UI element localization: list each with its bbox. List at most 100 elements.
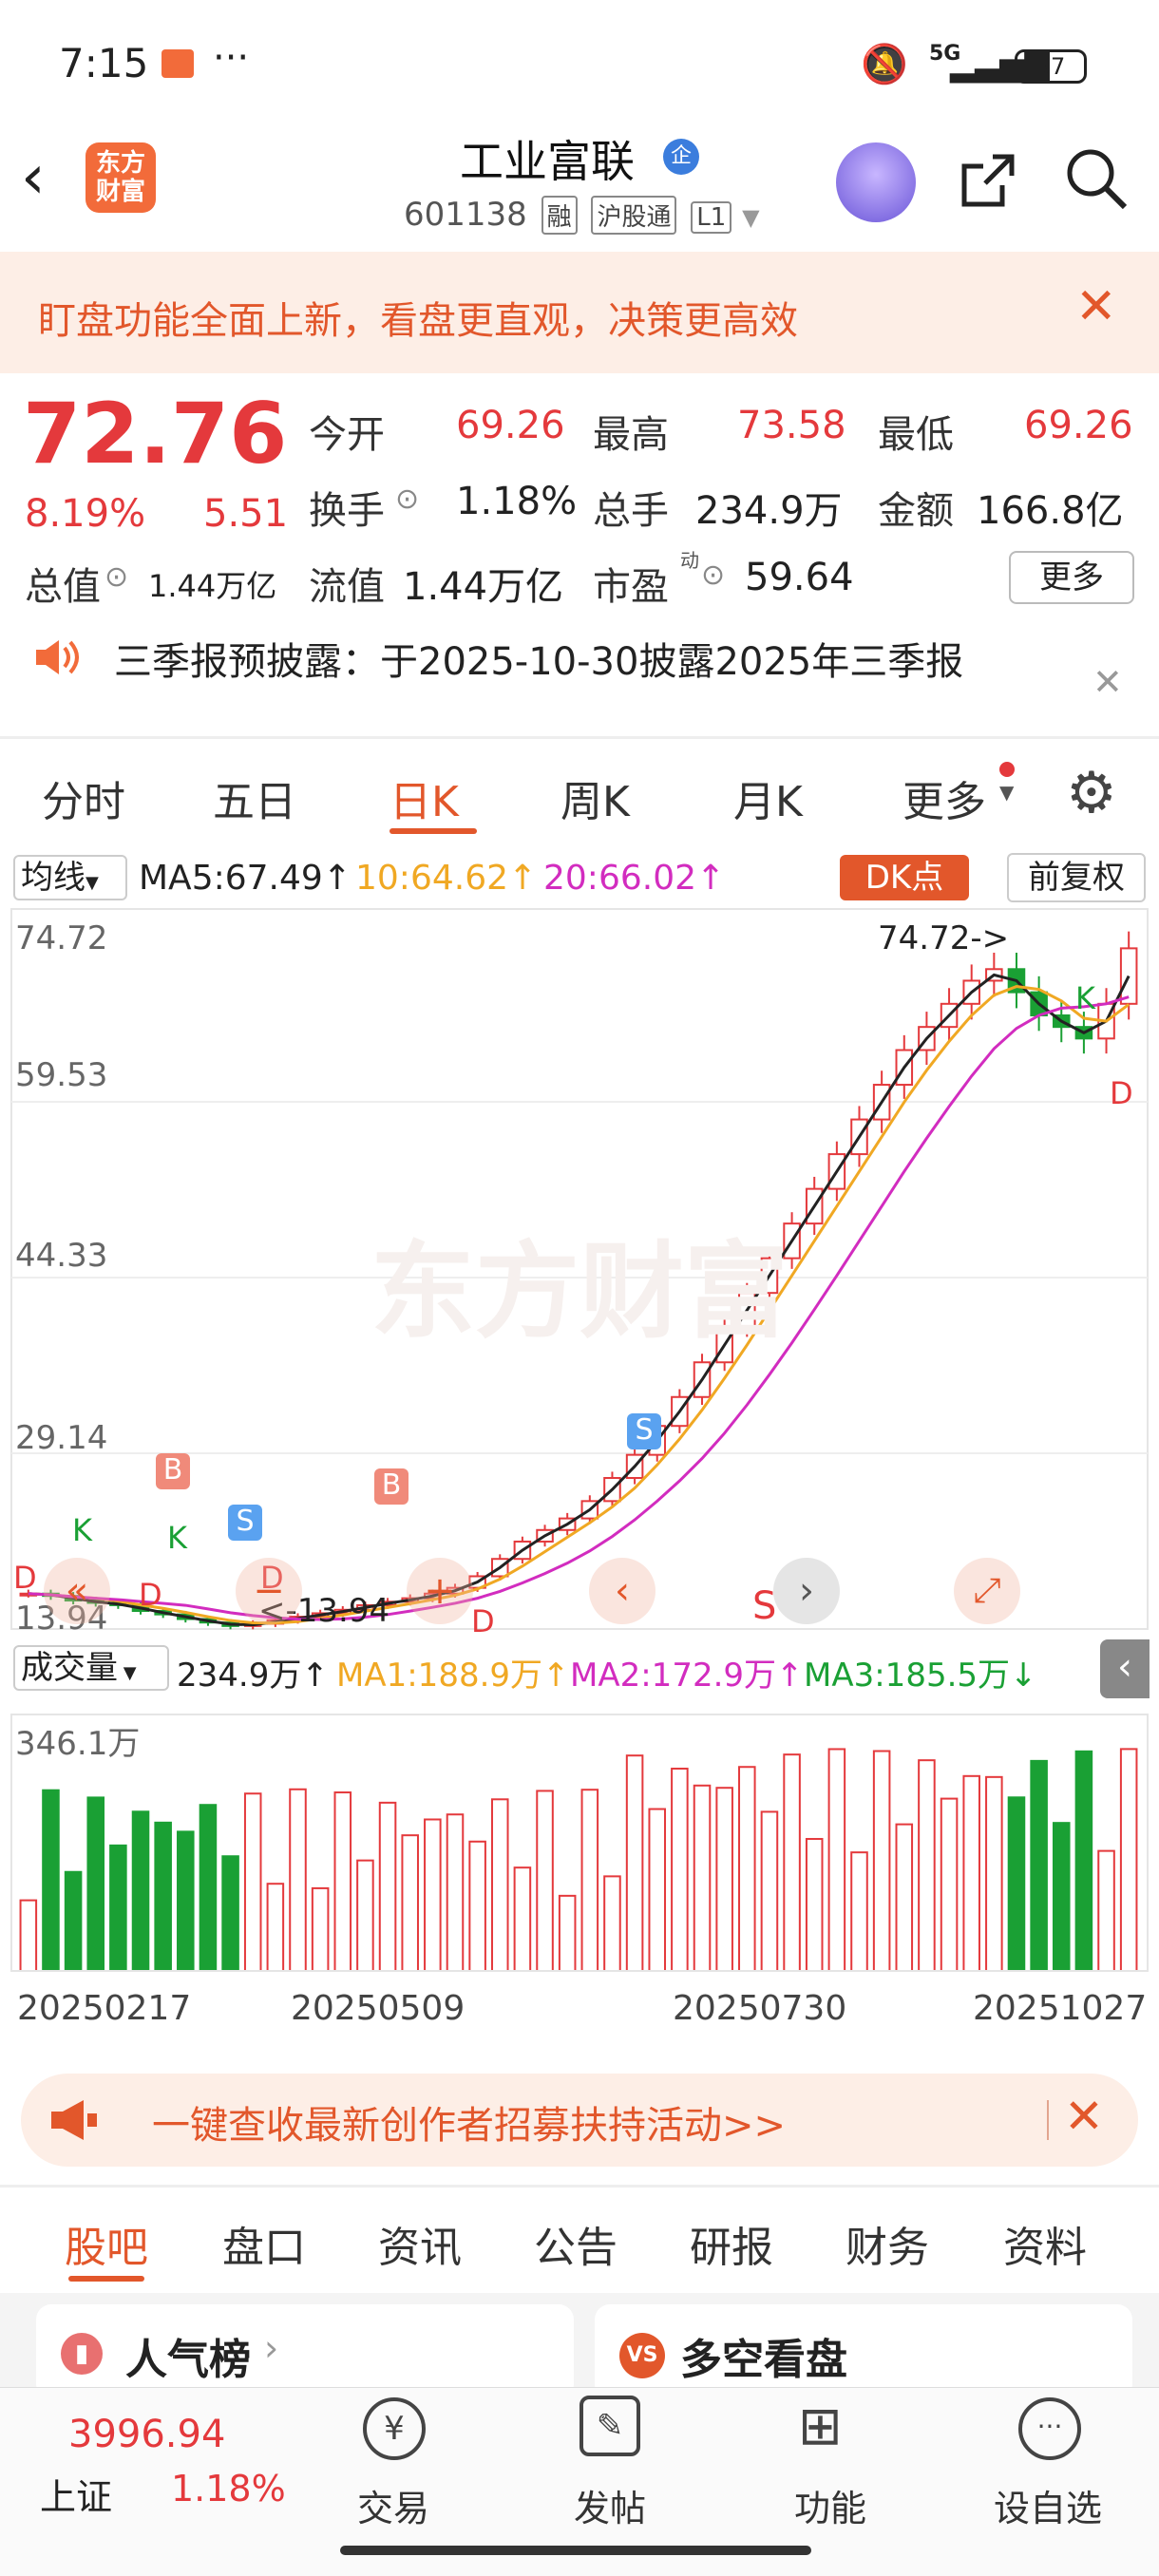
- tab-more[interactable]: 更多: [902, 767, 986, 828]
- post-icon[interactable]: ✎: [580, 2396, 640, 2456]
- volume-bar: [558, 1894, 577, 1973]
- zoom-in-icon[interactable]: +: [407, 1558, 473, 1624]
- volume-bar: [850, 1851, 868, 1973]
- info-icon[interactable]: ⊙: [395, 483, 419, 516]
- float-value: 1.44万亿: [403, 565, 564, 609]
- vs-icon: VS: [619, 2333, 665, 2378]
- divider: [0, 2185, 1159, 2188]
- grid-icon[interactable]: ⊞: [798, 2396, 843, 2457]
- volume-bar: [64, 1870, 83, 1973]
- bull-bear-card[interactable]: VS 多空看盘: [595, 2304, 1132, 2399]
- tag-connect: 沪股通: [591, 196, 677, 235]
- x-label-3: 20250730: [673, 1989, 847, 2028]
- scroll-left-fast-icon[interactable]: «: [44, 1558, 110, 1624]
- tab-weekly-k[interactable]: 周K: [560, 767, 630, 828]
- zoom-out-icon[interactable]: −: [236, 1558, 302, 1624]
- marker-s: S: [228, 1505, 262, 1541]
- search-icon[interactable]: [1062, 144, 1130, 213]
- scroll-left-icon[interactable]: ‹: [589, 1558, 656, 1624]
- volume-value: 234.9万: [695, 489, 843, 533]
- turnover-label: 换手: [309, 489, 385, 533]
- high-label: 最高: [593, 413, 669, 457]
- volume-bar: [671, 1768, 689, 1972]
- marker-d: D: [1110, 1075, 1133, 1111]
- volume-bar: [580, 1789, 599, 1972]
- tab-news[interactable]: 资讯: [378, 2213, 462, 2274]
- stock-code-row[interactable]: 601138 融 沪股通 L1 ▼: [404, 196, 760, 235]
- volume-bar: [603, 1875, 621, 1972]
- notification-icon: [162, 49, 194, 78]
- volume-bar: [1052, 1822, 1071, 1973]
- close-icon[interactable]: ✕: [1075, 278, 1117, 335]
- notice-banner[interactable]: 盯盘功能全面上新，看盘更直观，决策更高效 ✕: [0, 252, 1159, 373]
- nav-add-watchlist[interactable]: 设自选: [994, 2479, 1102, 2531]
- collapse-icon[interactable]: ‹: [1100, 1639, 1150, 1698]
- y-tick-1: 74.72: [15, 919, 108, 957]
- app-logo[interactable]: 东方 财富: [86, 142, 156, 213]
- amount-value: 166.8亿: [977, 489, 1124, 533]
- candle: [1119, 947, 1138, 1005]
- info-icon[interactable]: ⊙: [701, 559, 725, 592]
- chevron-down-icon: ▼: [999, 781, 1015, 804]
- fullscreen-icon[interactable]: ⤢: [954, 1558, 1020, 1624]
- nav-functions[interactable]: 功能: [794, 2479, 866, 2531]
- tab-monthly-k[interactable]: 月K: [733, 767, 803, 828]
- info-icon[interactable]: ⊙: [104, 560, 128, 594]
- tag-level: L1: [691, 201, 732, 234]
- volume-bar: [42, 1789, 60, 1972]
- tab-intraday[interactable]: 分时: [42, 767, 125, 828]
- megaphone-icon: [51, 2100, 97, 2140]
- more-button[interactable]: 更多: [1009, 551, 1134, 604]
- robot-avatar-icon[interactable]: [836, 142, 916, 222]
- volume-bar: [1030, 1759, 1048, 1973]
- tab-forum[interactable]: 股吧: [65, 2213, 148, 2274]
- add-watchlist-icon[interactable]: ···: [1018, 2397, 1081, 2460]
- stock-name: 工业富联: [460, 136, 635, 187]
- index-name: 上证: [40, 2476, 113, 2518]
- share-icon[interactable]: [955, 147, 1021, 214]
- battery-icon: 57: [1015, 49, 1087, 84]
- volume-bar: [199, 1804, 218, 1972]
- back-icon[interactable]: ‹: [21, 142, 46, 213]
- volume-bar: [311, 1886, 330, 1972]
- tab-finance[interactable]: 财务: [846, 2213, 929, 2274]
- volume-bar: [468, 1840, 486, 1972]
- gear-icon[interactable]: ⚙: [1066, 760, 1117, 826]
- nav-trade[interactable]: 交易: [357, 2479, 429, 2531]
- popularity-card[interactable]: ▮ 人气榜 ›: [36, 2304, 574, 2399]
- announcement-text[interactable]: 三季报预披露：于2025-10-30披露2025年三季报: [114, 631, 963, 686]
- marker-b: B: [156, 1453, 190, 1489]
- marker-d: D: [471, 1603, 495, 1639]
- marker-s: S: [627, 1413, 661, 1449]
- volume-bar: [446, 1813, 465, 1972]
- volume-selector[interactable]: 成交量 ▼: [13, 1645, 169, 1691]
- volume-bar: [805, 1838, 824, 1972]
- volume-bar: [536, 1790, 554, 1973]
- tab-orderbook[interactable]: 盘口: [222, 2213, 306, 2274]
- scroll-right-icon[interactable]: ›: [773, 1558, 840, 1624]
- volume-bar: [918, 1759, 936, 1972]
- marker-d: D: [139, 1577, 162, 1613]
- tab-announcements[interactable]: 公告: [534, 2213, 618, 2274]
- volume-bar: [962, 1774, 980, 1973]
- promo-banner[interactable]: 一键查收最新创作者招募扶持活动>> ✕: [21, 2074, 1138, 2167]
- tab-5day[interactable]: 五日: [213, 767, 296, 828]
- tag-margin: 融: [541, 196, 578, 235]
- close-icon[interactable]: ✕: [1092, 661, 1123, 703]
- kline-chart[interactable]: [0, 850, 1159, 2047]
- mktcap-label: 总值: [25, 565, 101, 609]
- close-icon[interactable]: ✕: [1064, 2089, 1104, 2144]
- tab-research[interactable]: 研报: [690, 2213, 773, 2274]
- volume-bar: [490, 1798, 509, 1972]
- change-value: 5.51: [203, 492, 289, 536]
- nav-post[interactable]: 发帖: [574, 2479, 646, 2531]
- low-value: 69.26: [1024, 404, 1133, 447]
- tab-profile[interactable]: 资料: [1003, 2213, 1087, 2274]
- trade-icon[interactable]: ¥: [363, 2397, 426, 2460]
- tab-daily-k[interactable]: 日K: [390, 767, 459, 828]
- max-annotation: 74.72->: [878, 919, 1010, 957]
- index-value[interactable]: 3996.94: [68, 2413, 225, 2456]
- volume-bar: [513, 1866, 532, 1973]
- volume-bar: [693, 1784, 712, 1973]
- volume-bar: [177, 1830, 195, 1973]
